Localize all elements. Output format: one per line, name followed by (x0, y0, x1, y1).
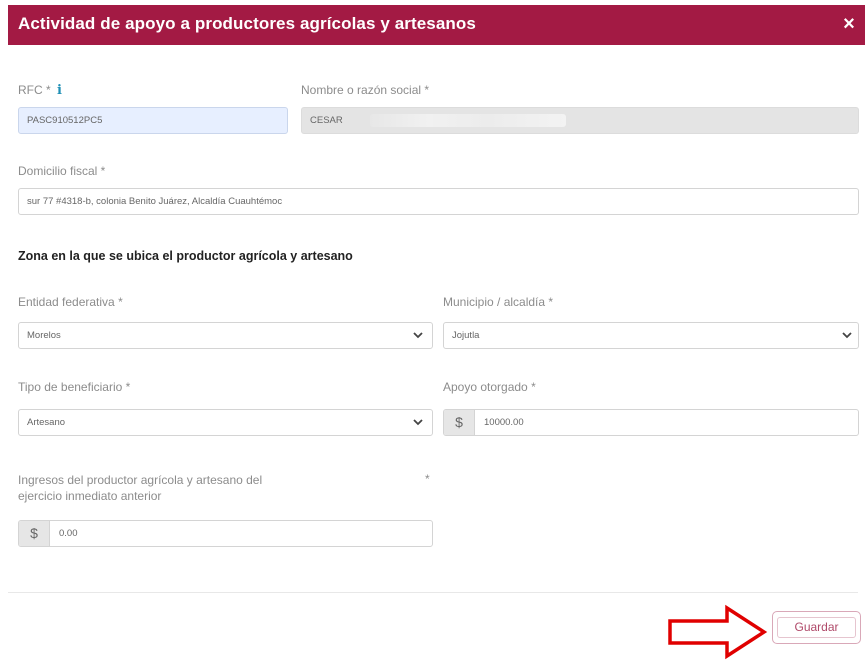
entidad-select[interactable]: Morelos (18, 322, 433, 349)
domicilio-value: sur 77 #4318-b, colonia Benito Juárez, A… (27, 196, 283, 207)
apoyo-value: 10000.00 (484, 417, 524, 428)
entidad-label: Entidad federativa * (18, 295, 123, 309)
ingresos-required: * (425, 472, 430, 486)
chevron-down-icon (842, 332, 852, 339)
rfc-value: PASC910512PC5 (27, 115, 103, 126)
rfc-label-wrap: RFC * i (18, 83, 62, 98)
currency-addon: $ (19, 521, 50, 546)
dialog-title: Actividad de apoyo a productores agrícol… (18, 14, 476, 33)
ingresos-label-line1: Ingresos del productor agrícola y artesa… (18, 473, 263, 487)
footer-divider (8, 592, 858, 593)
section-title: Zona en la que se ubica el productor agr… (18, 249, 353, 263)
domicilio-label: Domicilio fiscal * (18, 164, 106, 178)
ingresos-field[interactable]: $ 0.00 (18, 520, 433, 547)
info-icon[interactable]: i (57, 83, 62, 98)
close-icon[interactable]: × (839, 11, 859, 37)
nombre-label: Nombre o razón social * (301, 83, 430, 97)
tipo-select[interactable]: Artesano (18, 409, 433, 436)
ingresos-label-line2: ejercicio inmediato anterior (18, 489, 162, 503)
rfc-field[interactable]: PASC910512PC5 (18, 107, 288, 134)
redacted-area (370, 114, 566, 127)
municipio-value: Jojutla (452, 330, 480, 341)
municipio-select[interactable]: Jojutla (443, 322, 859, 349)
ingresos-label: Ingresos del productor agrícola y artesa… (18, 472, 262, 504)
chevron-down-icon (413, 419, 423, 426)
tipo-value: Artesano (27, 417, 66, 428)
nombre-field: CESAR (301, 107, 859, 134)
chevron-down-icon (413, 332, 423, 339)
entidad-value: Morelos (27, 330, 61, 341)
save-button[interactable]: Guardar (772, 611, 861, 644)
currency-addon: $ (444, 410, 475, 435)
apoyo-label: Apoyo otorgado * (443, 380, 536, 394)
annotation-arrow-icon (668, 604, 768, 660)
municipio-label: Municipio / alcaldía * (443, 295, 554, 309)
tipo-label: Tipo de beneficiario * (18, 380, 131, 394)
rfc-label: RFC * (18, 83, 51, 97)
domicilio-field[interactable]: sur 77 #4318-b, colonia Benito Juárez, A… (18, 188, 859, 215)
nombre-value: CESAR (310, 115, 343, 126)
apoyo-field[interactable]: $ 10000.00 (443, 409, 859, 436)
dialog-header: Actividad de apoyo a productores agrícol… (8, 5, 865, 45)
ingresos-value: 0.00 (59, 528, 78, 539)
save-button-label: Guardar (794, 620, 839, 634)
